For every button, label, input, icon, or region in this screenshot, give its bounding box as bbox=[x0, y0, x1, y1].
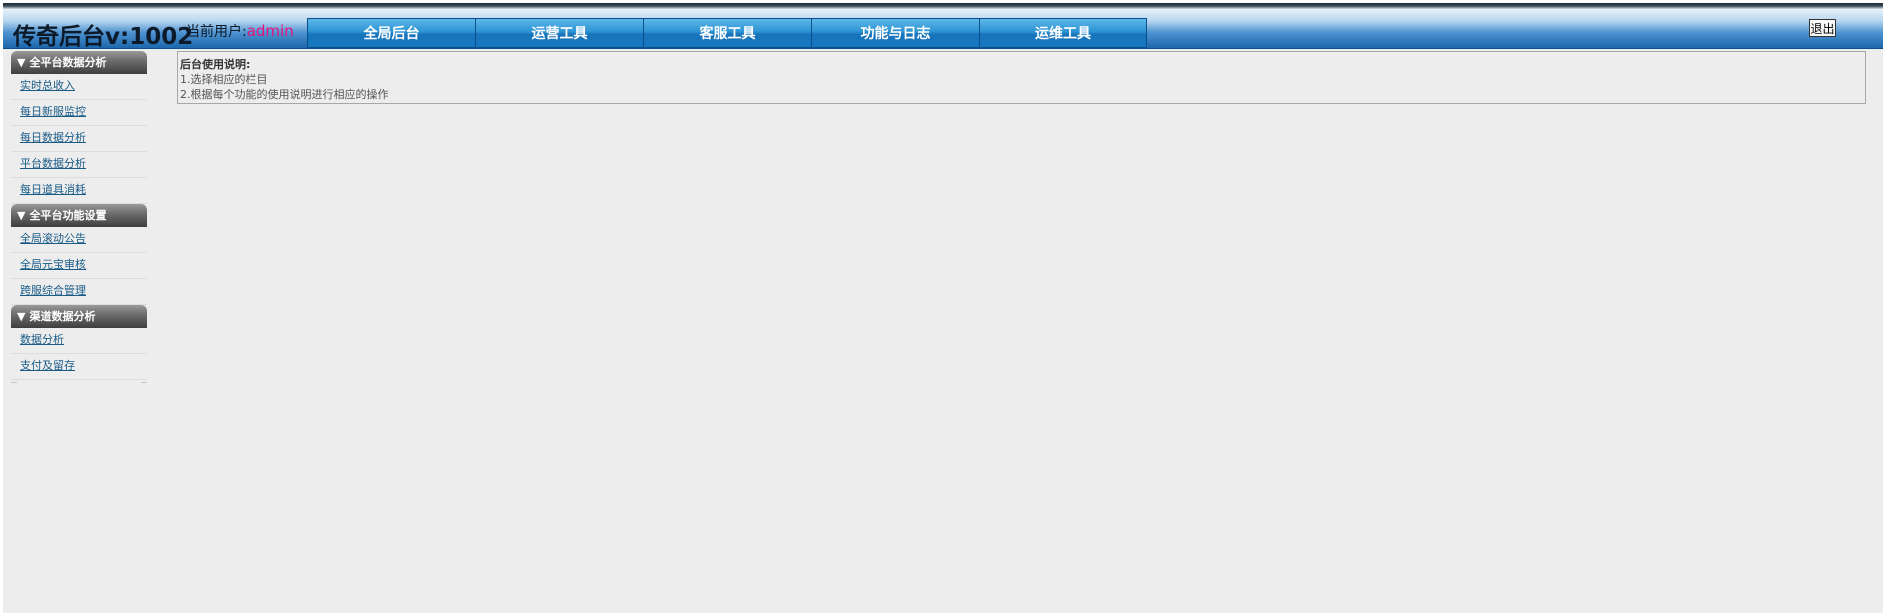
sidebar-link-platform-data-analysis[interactable]: 平台数据分析 bbox=[20, 157, 86, 170]
sidebar-link-global-ingot-review[interactable]: 全局元宝审核 bbox=[20, 258, 86, 271]
app-frame: 传奇后台v:1002 当前用户:admin 全局后台 运营工具 客服工具 功能与… bbox=[3, 3, 1883, 613]
current-user-label: 当前用户: bbox=[186, 24, 247, 40]
sidebar-link-payment-and-retention[interactable]: 支付及留存 bbox=[20, 359, 75, 372]
sidebar-item: 数据分析 bbox=[11, 328, 147, 354]
sidebar-item: 实时总收入 bbox=[11, 74, 147, 100]
sidebar-footer-corner-right bbox=[141, 382, 147, 383]
sidebar-link-daily-item-consumption[interactable]: 每日道具消耗 bbox=[20, 183, 86, 196]
sidebar-section-platform-data-analysis[interactable]: ▼ 全平台数据分析 bbox=[11, 51, 147, 74]
sidebar-link-daily-new-server-monitor[interactable]: 每日新服监控 bbox=[20, 105, 86, 118]
header-bar: 传奇后台v:1002 当前用户:admin 全局后台 运营工具 客服工具 功能与… bbox=[3, 9, 1883, 50]
current-user-info: 当前用户:admin bbox=[186, 21, 294, 41]
app-title: 传奇后台v:1002 bbox=[13, 24, 194, 50]
sidebar-item: 每日道具消耗 bbox=[11, 178, 147, 204]
sidebar-section-title: 全平台功能设置 bbox=[29, 209, 107, 222]
sidebar-item: 每日数据分析 bbox=[11, 126, 147, 152]
sidebar-link-data-analysis[interactable]: 数据分析 bbox=[20, 333, 64, 346]
collapse-triangle-icon: ▼ bbox=[17, 56, 26, 69]
collapse-triangle-icon: ▼ bbox=[17, 209, 26, 222]
sidebar-item: 全局滚动公告 bbox=[11, 227, 147, 253]
sidebar-footer bbox=[11, 380, 147, 386]
sidebar-section-platform-function-settings[interactable]: ▼ 全平台功能设置 bbox=[11, 204, 147, 227]
nav-tab-customer-service-tools[interactable]: 客服工具 bbox=[643, 18, 811, 48]
sidebar-item: 每日新服监控 bbox=[11, 100, 147, 126]
sidebar-link-daily-data-analysis[interactable]: 每日数据分析 bbox=[20, 131, 86, 144]
sidebar-link-global-scroll-announcement[interactable]: 全局滚动公告 bbox=[20, 232, 86, 245]
main-nav: 全局后台 运营工具 客服工具 功能与日志 运维工具 bbox=[307, 18, 1147, 48]
sidebar-item: 全局元宝审核 bbox=[11, 253, 147, 279]
sidebar-item: 跨服综合管理 bbox=[11, 279, 147, 305]
sidebar-item: 平台数据分析 bbox=[11, 152, 147, 178]
sidebar-link-cross-server-management[interactable]: 跨服综合管理 bbox=[20, 284, 86, 297]
help-line: 1.选择相应的栏目 bbox=[180, 73, 268, 86]
help-panel: 后台使用说明: 1.选择相应的栏目 2.根据每个功能的使用说明进行相应的操作 bbox=[177, 51, 1866, 104]
sidebar-section-channel-data-analysis[interactable]: ▼ 渠道数据分析 bbox=[11, 305, 147, 328]
nav-tab-functions-and-logs[interactable]: 功能与日志 bbox=[811, 18, 979, 48]
username: admin bbox=[246, 22, 294, 40]
logout-button[interactable]: 退出 bbox=[1809, 19, 1836, 37]
collapse-triangle-icon: ▼ bbox=[17, 310, 26, 323]
help-line: 2.根据每个功能的使用说明进行相应的操作 bbox=[180, 88, 389, 101]
nav-tab-ops-maintenance-tools[interactable]: 运维工具 bbox=[979, 18, 1147, 48]
sidebar: ▼ 全平台数据分析 实时总收入 每日新服监控 每日数据分析 平台数据分析 每日道具… bbox=[11, 51, 147, 386]
help-title: 后台使用说明: bbox=[180, 58, 251, 71]
sidebar-footer-corner-left bbox=[11, 382, 17, 383]
sidebar-item: 支付及留存 bbox=[11, 354, 147, 380]
sidebar-section-title: 渠道数据分析 bbox=[29, 310, 96, 323]
nav-tab-global-admin[interactable]: 全局后台 bbox=[307, 18, 475, 48]
nav-tab-operations-tools[interactable]: 运营工具 bbox=[475, 18, 643, 48]
sidebar-section-title: 全平台数据分析 bbox=[29, 56, 107, 69]
sidebar-link-realtime-total-revenue[interactable]: 实时总收入 bbox=[20, 79, 75, 92]
